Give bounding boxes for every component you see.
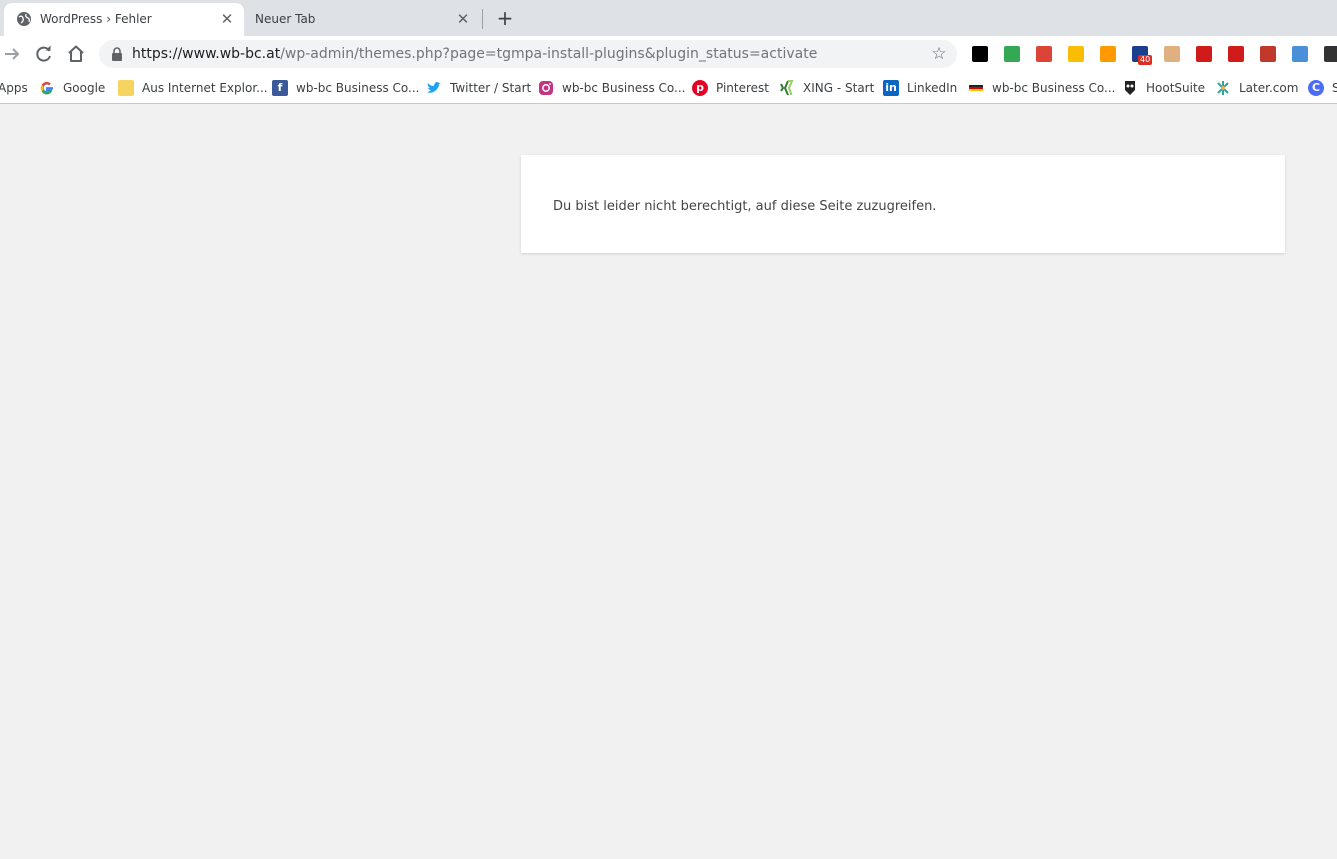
bookmark-google[interactable]: Google <box>39 78 105 98</box>
nocheck-ext-icon[interactable] <box>1260 46 1276 62</box>
bookmark-label: wb-bc Business Co... <box>562 81 686 95</box>
bookmark-label: HootSuite <box>1146 81 1206 95</box>
bookmark-label: S <box>1332 81 1337 95</box>
bookmark-xing[interactable]: XING - Start <box>779 78 874 98</box>
bookmark-pinterest[interactable]: p Pinterest <box>692 78 769 98</box>
c-logo-icon: C <box>1308 80 1324 96</box>
xing-icon <box>780 80 794 96</box>
bookmark-label: Aus Internet Explor... <box>142 81 268 95</box>
bookmark-label: Later.com <box>1239 81 1299 95</box>
twitter-icon <box>427 82 441 93</box>
mail-ext-icon[interactable]: 40 <box>1132 46 1153 65</box>
forward-icon[interactable] <box>1 43 23 65</box>
error-message-box: Du bist leider nicht berechtigt, auf die… <box>521 155 1285 253</box>
bookmark-s[interactable]: C S <box>1308 78 1337 98</box>
lock-icon <box>112 47 122 61</box>
bookmark-later[interactable]: Later.com <box>1215 78 1298 98</box>
extension-badge: 40 <box>1138 55 1153 65</box>
bookmark-label: Apps <box>0 81 28 95</box>
bookmark-label: wb-bc Business Co... <box>296 81 420 95</box>
hootsuite-ext-icon[interactable] <box>972 46 988 62</box>
url-text[interactable]: https://www.wb-bc.at/wp-admin/themes.php… <box>132 46 817 62</box>
later-icon <box>1217 81 1229 95</box>
bookmark-instagram-wbbc[interactable]: wb-bc Business Co... <box>538 78 685 98</box>
bookmark-star-icon[interactable]: ☆ <box>929 44 949 64</box>
tab-wordpress-fehler[interactable]: WordPress › Fehler ✕ <box>4 3 244 36</box>
bookmark-label: wb-bc Business Co... <box>992 81 1116 95</box>
bookmark-label: XING - Start <box>803 81 875 95</box>
drive-ext-icon[interactable] <box>1068 46 1084 62</box>
amazon-ext-icon[interactable] <box>1100 46 1116 62</box>
germany-flag-icon <box>969 85 983 91</box>
error-message: Du bist leider nicht berechtigt, auf die… <box>553 199 937 214</box>
bookmark-label: Pinterest <box>716 81 770 95</box>
flash-red-ext-icon[interactable] <box>1228 46 1244 62</box>
bookmark-aus-internet-explorer[interactable]: Aus Internet Explor... <box>118 78 268 98</box>
bookmark-hootsuite[interactable]: HootSuite <box>1122 78 1205 98</box>
facebook-icon: f <box>272 80 288 96</box>
flag-ext-icon[interactable] <box>1324 46 1337 62</box>
bookmark-twitter[interactable]: Twitter / Start <box>426 78 531 98</box>
address-bar[interactable]: https://www.wb-bc.at/wp-admin/themes.php… <box>99 40 957 68</box>
tab-title: WordPress › Fehler <box>40 12 152 26</box>
instagram-icon <box>539 81 553 95</box>
tab-neuer-tab[interactable]: Neuer Tab ✕ <box>244 3 480 36</box>
flash-ext-icon[interactable] <box>1196 46 1212 62</box>
google-plus-ext-icon[interactable] <box>1036 46 1052 62</box>
reload-icon[interactable] <box>33 43 55 65</box>
chart-ext-icon[interactable] <box>1004 46 1020 62</box>
home-icon[interactable] <box>65 43 87 65</box>
close-tab-icon[interactable]: ✕ <box>218 10 236 28</box>
bookmark-label: LinkedIn <box>907 81 958 95</box>
bookmark-label: Google <box>63 81 106 95</box>
url-path: /wp-admin/themes.php?page=tgmpa-install-… <box>280 46 818 62</box>
toolbar: https://www.wb-bc.at/wp-admin/themes.php… <box>0 36 1337 72</box>
tab-separator <box>482 9 483 29</box>
bookmark-linkedin[interactable]: in LinkedIn <box>883 78 957 98</box>
bookmark-facebook-wbbc[interactable]: f wb-bc Business Co... <box>272 78 419 98</box>
bookmark-wbbc-business[interactable]: wb-bc Business Co... <box>968 78 1115 98</box>
booking-ext-icon[interactable] <box>1292 46 1308 62</box>
close-tab-icon[interactable]: ✕ <box>454 10 472 28</box>
bookmark-apps[interactable]: Apps <box>0 78 28 98</box>
tab-title: Neuer Tab <box>255 12 316 26</box>
folder-icon <box>118 80 134 96</box>
globe-icon <box>17 12 31 26</box>
tab-strip: WordPress › Fehler ✕ Neuer Tab ✕ + <box>0 0 1337 36</box>
bookmarks-bar: Apps Google Aus Internet Explor... f wb-… <box>0 72 1337 104</box>
url-host: https://www.wb-bc.at <box>132 46 281 62</box>
bookmark-label: Twitter / Start <box>450 81 532 95</box>
google-icon <box>40 81 53 95</box>
new-tab-button[interactable]: + <box>494 7 516 29</box>
hand-ext-icon[interactable] <box>1164 46 1180 62</box>
linkedin-icon: in <box>883 80 899 96</box>
pinterest-icon: p <box>692 80 708 96</box>
hootsuite-icon <box>1125 81 1135 95</box>
page-content: Du bist leider nicht berechtigt, auf die… <box>0 105 1337 859</box>
